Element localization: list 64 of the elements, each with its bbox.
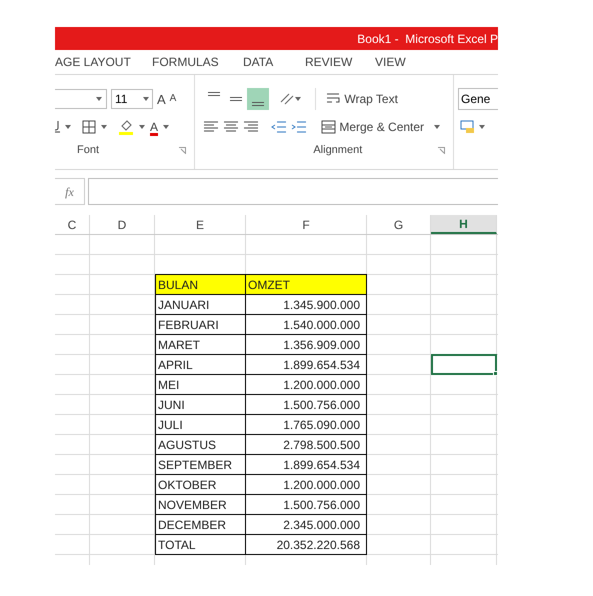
table-cell: SEPTEMBER <box>155 454 246 475</box>
grow-font-button[interactable]: A <box>157 92 166 106</box>
borders-icon[interactable] <box>82 120 96 134</box>
ribbon-tab[interactable]: AGE LAYOUT <box>55 53 152 71</box>
increase-indent-icon[interactable] <box>291 120 308 134</box>
align-left-icon[interactable] <box>203 120 220 134</box>
column-header[interactable]: C <box>55 215 90 234</box>
align-center-icon[interactable] <box>223 120 240 134</box>
column-header[interactable]: E <box>155 215 246 234</box>
ribbon-tab[interactable]: REVIEW <box>305 53 375 71</box>
align-right-icon[interactable] <box>243 120 260 134</box>
selected-cell[interactable] <box>431 354 497 375</box>
table-cell: FEBRUARI <box>155 314 246 335</box>
fill-handle-icon[interactable] <box>493 371 498 376</box>
middle-align-icon <box>230 97 242 101</box>
shrink-font-button[interactable]: A <box>170 94 176 104</box>
table-cell: MEI <box>155 374 246 395</box>
ribbon-tab[interactable]: VIEW <box>375 53 435 71</box>
table-cell: BULAN <box>155 274 246 295</box>
caret-icon <box>163 125 170 129</box>
table-cell: TOTAL <box>155 534 246 555</box>
table-cell: NOVEMBER <box>155 494 246 515</box>
number-format-dropdown[interactable]: Gene <box>458 88 498 110</box>
column-header[interactable]: H <box>431 215 497 234</box>
table-cell: JULI <box>155 414 246 435</box>
table-cell: JUNI <box>155 394 246 415</box>
caret-icon <box>139 125 145 129</box>
insert-function-button[interactable]: fx <box>55 178 85 205</box>
merge-center-button[interactable]: Merge & Center <box>321 118 424 136</box>
group-label: Alignment <box>313 143 362 158</box>
caret-icon <box>143 97 149 101</box>
merge-cells-icon <box>321 120 336 134</box>
dialog-launcher-icon[interactable] <box>179 146 186 154</box>
caret-icon <box>101 125 107 129</box>
bottom-align-icon <box>252 102 264 106</box>
table-cell: DECEMBER <box>155 514 246 535</box>
window-title: Book1 - Microsoft Excel P <box>357 30 498 48</box>
bottom-align-button[interactable] <box>247 88 270 110</box>
group-label: Font <box>77 143 100 158</box>
table-cell: OMZET <box>246 274 367 295</box>
top-align-icon <box>208 92 220 96</box>
caret-icon <box>65 125 71 129</box>
ribbon-tab[interactable]: FORMULAS <box>152 53 243 71</box>
column-header[interactable]: F <box>246 215 367 234</box>
table-cell: JANUARI <box>155 294 246 315</box>
table-cell: APRIL <box>155 354 246 375</box>
underline-icon[interactable] <box>55 120 60 134</box>
column-header[interactable]: D <box>90 215 155 234</box>
font-size-dropdown[interactable]: 11 <box>111 89 153 109</box>
font-color-button[interactable]: A <box>150 121 158 133</box>
decrease-indent-icon[interactable] <box>271 120 288 134</box>
wrap-text-button[interactable]: Wrap Text <box>326 90 398 108</box>
caret-icon <box>295 97 302 101</box>
formula-input-field[interactable] <box>88 178 498 205</box>
table-cell: 20.352.220.568 <box>246 534 367 555</box>
orientation-icon[interactable] <box>279 92 296 106</box>
table-cell: OKTOBER <box>155 474 246 495</box>
caret-icon <box>96 97 102 101</box>
ribbon-tab[interactable]: DATA <box>243 53 305 71</box>
dialog-launcher-icon[interactable] <box>438 146 445 154</box>
caret-icon <box>479 125 485 129</box>
table-cell: AGUSTUS <box>155 434 246 455</box>
table-cell: MARET <box>155 334 246 355</box>
caret-icon <box>434 125 440 129</box>
